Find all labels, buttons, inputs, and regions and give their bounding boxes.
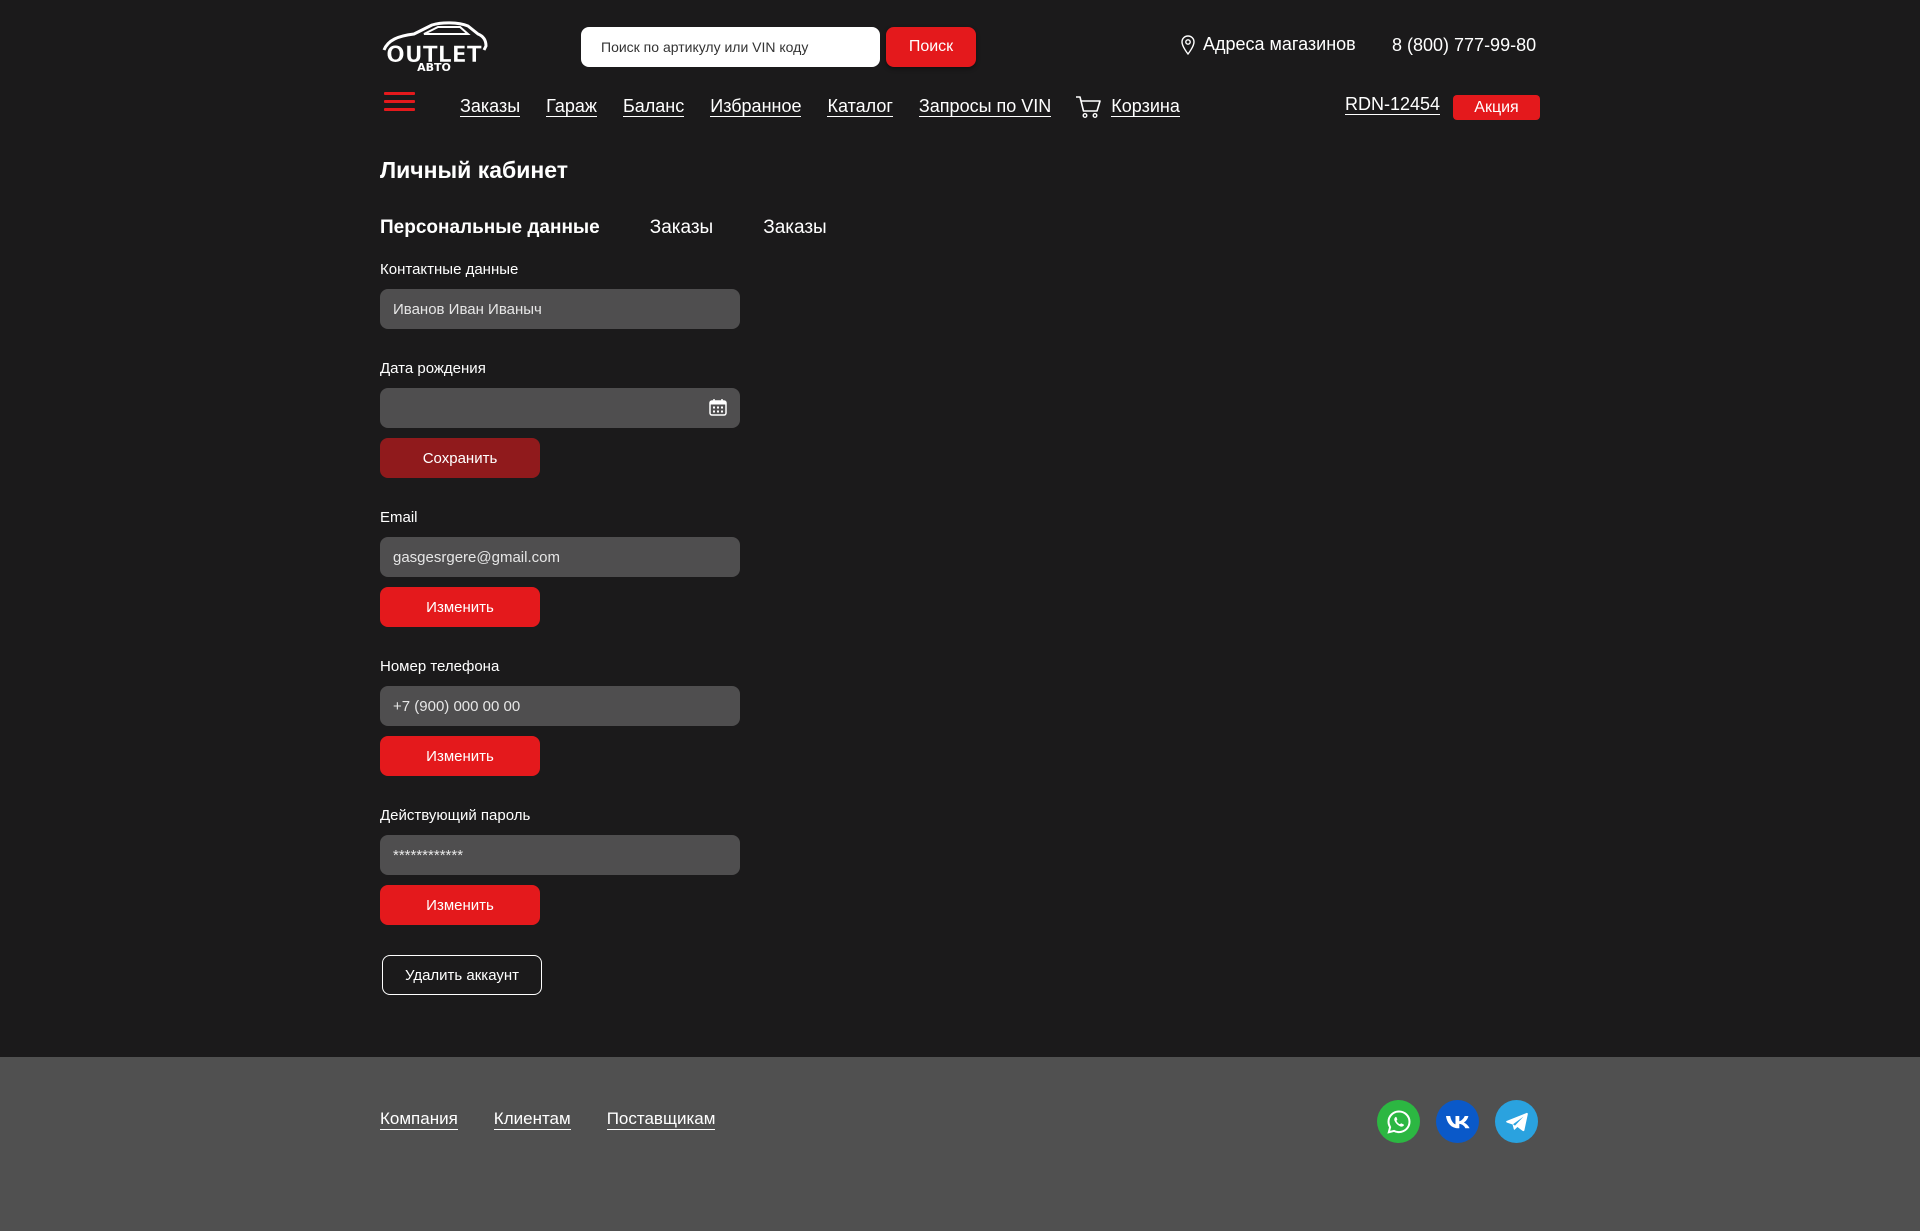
footer-links: Компания Клиентам Поставщикам — [380, 1110, 751, 1130]
contact-name-field[interactable] — [380, 289, 740, 329]
nav-item-orders[interactable]: Заказы — [460, 97, 521, 117]
tab-orders[interactable]: Заказы — [650, 217, 714, 239]
location-pin-icon — [1181, 34, 1195, 55]
tab-personal-data[interactable]: Персональные данные — [380, 217, 600, 239]
nav-item-vin-requests[interactable]: Запросы по VIN — [918, 97, 1052, 117]
phone-field[interactable] — [380, 686, 740, 726]
phone-label: Номер телефона — [380, 658, 500, 675]
cart-icon — [1076, 96, 1102, 119]
cart-label[interactable]: Корзина — [1111, 97, 1180, 117]
logo-subtext: АВТО — [417, 61, 451, 72]
vk-icon[interactable] — [1436, 1100, 1479, 1143]
profile-tabs: Персональные данные Заказы Заказы — [380, 217, 877, 239]
page-title: Личный кабинет — [380, 157, 568, 183]
main-nav: Заказы Гараж Баланс Избранное Каталог За… — [460, 95, 1180, 119]
change-password-button[interactable]: Изменить — [380, 885, 540, 925]
whatsapp-icon[interactable] — [1377, 1100, 1420, 1143]
nav-item-balance[interactable]: Баланс — [622, 97, 685, 117]
nav-item-favorites[interactable]: Избранное — [710, 97, 802, 117]
contact-label: Контактные данные — [380, 261, 519, 278]
delete-account-button[interactable]: Удалить аккаунт — [382, 955, 542, 995]
password-field[interactable] — [380, 835, 740, 875]
tab-orders-2[interactable]: Заказы — [763, 217, 827, 239]
birthdate-field[interactable] — [380, 388, 740, 428]
footer — [0, 1057, 1920, 1231]
promo-button[interactable]: Акция — [1453, 95, 1540, 120]
calendar-icon[interactable] — [709, 398, 727, 416]
search-button[interactable]: Поиск — [886, 27, 976, 67]
store-addresses-link[interactable]: Адреса магазинов — [1181, 34, 1356, 55]
change-email-button[interactable]: Изменить — [380, 587, 540, 627]
birthdate-label: Дата рождения — [380, 360, 486, 377]
email-field[interactable] — [380, 537, 740, 577]
footer-link-clients[interactable]: Клиентам — [493, 1110, 571, 1130]
nav-item-garage[interactable]: Гараж — [546, 97, 597, 117]
user-id-link[interactable]: RDN-12454 — [1345, 95, 1441, 115]
password-label: Действующий пароль — [380, 807, 531, 824]
search-input[interactable] — [581, 27, 880, 67]
nav-item-catalog[interactable]: Каталог — [827, 97, 893, 117]
nav-item-cart[interactable]: Корзина — [1075, 95, 1180, 119]
phone-number[interactable]: 8 (800) 777-99-80 — [1392, 35, 1536, 56]
change-phone-button[interactable]: Изменить — [380, 736, 540, 776]
footer-link-company[interactable]: Компания — [380, 1110, 458, 1130]
footer-link-suppliers[interactable]: Поставщикам — [606, 1110, 716, 1130]
telegram-icon[interactable] — [1495, 1100, 1538, 1143]
site-logo[interactable]: OUTLET АВТО — [380, 20, 488, 72]
car-logo-icon: OUTLET АВТО — [382, 21, 488, 72]
hamburger-menu-icon[interactable] — [384, 92, 415, 116]
store-addresses-label: Адреса магазинов — [1203, 34, 1356, 54]
save-button[interactable]: Сохранить — [380, 438, 540, 478]
email-label: Email — [380, 509, 418, 526]
